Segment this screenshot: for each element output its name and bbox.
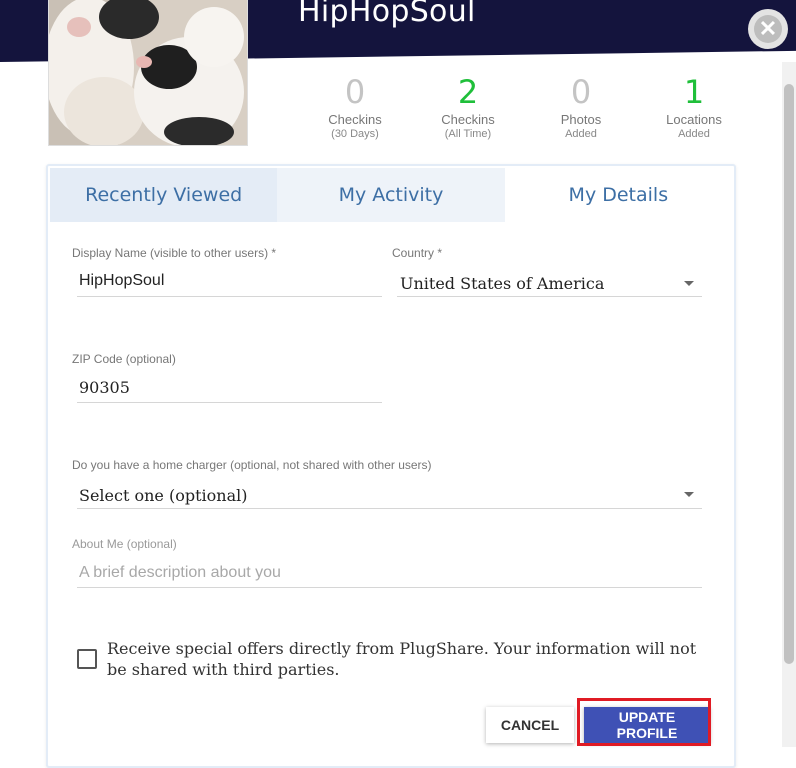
stat-photos-added: 0 Photos Added	[526, 72, 636, 141]
stat-value: 2	[457, 73, 479, 111]
stat-checkins-all-time: 2 Checkins (All Time)	[413, 72, 523, 141]
tab-bar: Recently Viewed My Activity My Details	[50, 168, 732, 222]
update-profile-highlight	[577, 698, 711, 746]
profile-username: HipHopSoul	[298, 0, 476, 29]
stat-label: Photos	[560, 112, 602, 127]
display-name-underline	[77, 296, 382, 297]
stat-label: Checkins	[441, 112, 495, 127]
stat-sublabel: (30 Days)	[331, 128, 379, 140]
chevron-down-icon[interactable]	[684, 281, 694, 286]
close-icon[interactable]: ✕	[754, 15, 782, 43]
special-offers-text: Receive special offers directly from Plu…	[107, 639, 697, 679]
close-button[interactable]: ✕	[748, 9, 788, 49]
zip-code-label: ZIP Code (optional)	[72, 352, 176, 366]
home-charger-underline	[77, 508, 702, 509]
about-me-input[interactable]: A brief description about you	[79, 564, 281, 582]
stat-value: 1	[683, 73, 705, 111]
display-name-input[interactable]: HipHopSoul	[79, 272, 164, 290]
stat-label: Checkins	[328, 112, 382, 127]
stat-sublabel: Added	[565, 128, 597, 140]
avatar	[48, 0, 248, 146]
zip-code-underline	[77, 402, 382, 403]
display-name-label: Display Name (visible to other users) *	[72, 246, 277, 260]
stat-sublabel: (All Time)	[444, 128, 492, 140]
country-label: Country *	[392, 246, 443, 260]
special-offers-checkbox[interactable]	[77, 649, 97, 669]
about-me-underline	[77, 587, 702, 588]
cancel-button[interactable]: CANCEL	[486, 707, 574, 743]
chevron-down-icon[interactable]	[684, 492, 694, 497]
country-select[interactable]: United States of America	[400, 274, 604, 293]
stat-value: 0	[570, 73, 592, 111]
country-underline	[397, 296, 702, 297]
stat-label: Locations	[666, 112, 722, 127]
zip-code-input[interactable]: 90305	[79, 378, 130, 397]
home-charger-select[interactable]: Select one (optional)	[79, 486, 247, 505]
tab-my-details[interactable]: My Details	[504, 168, 732, 222]
stat-checkins-30-days: 0 Checkins (30 Days)	[300, 72, 410, 141]
stat-sublabel: Added	[678, 128, 710, 140]
home-charger-label: Do you have a home charger (optional, no…	[72, 458, 432, 472]
avatar-image	[49, 0, 247, 145]
scrollbar-thumb[interactable]	[784, 84, 794, 664]
tab-my-activity[interactable]: My Activity	[277, 168, 505, 222]
about-me-label: About Me (optional)	[72, 537, 177, 551]
tab-recently-viewed[interactable]: Recently Viewed	[50, 168, 278, 222]
stat-locations-added: 1 Locations Added	[639, 72, 749, 141]
stat-value: 0	[344, 73, 366, 111]
